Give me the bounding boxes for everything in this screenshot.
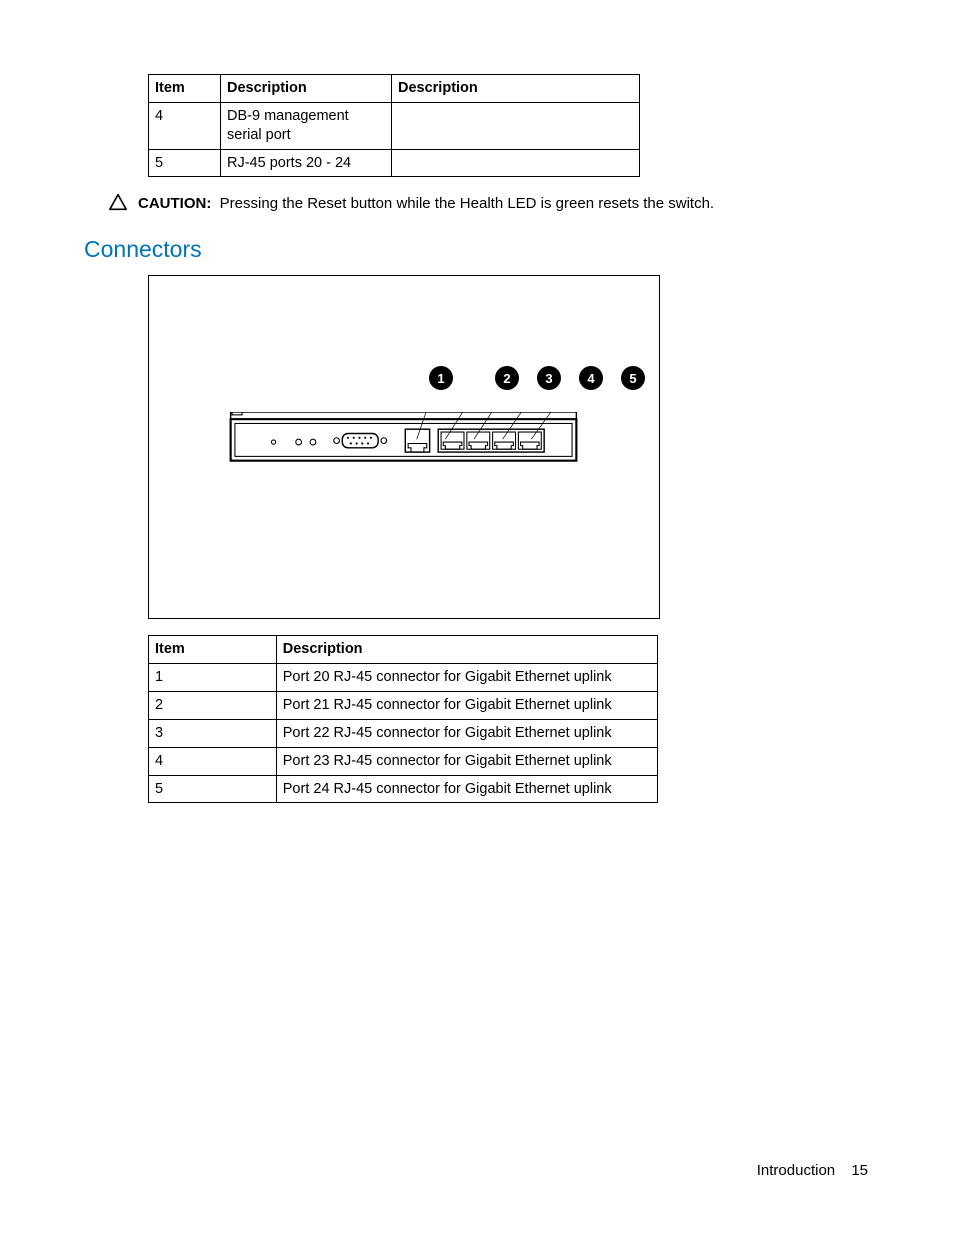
caution-label: CAUTION: [138,195,211,212]
table-row: 4 Port 23 RJ-45 connector for Gigabit Et… [149,747,658,775]
col-item: Item [149,75,221,103]
bottom-table: Item Description 1 Port 20 RJ-45 connect… [148,635,658,803]
cell-item: 2 [149,692,277,720]
table-row: 5 RJ-45 ports 20 - 24 [149,149,640,177]
cell-desc1: RJ-45 ports 20 - 24 [221,149,392,177]
col-item: Item [149,636,277,664]
cell-item: 5 [149,775,277,803]
caution-text: CAUTION: Pressing the Reset button while… [138,193,714,214]
callout-badge: 4 [579,366,603,390]
top-table: Item Description Description 4 DB-9 mana… [148,74,640,177]
caution-body: Pressing the Reset button while the Heal… [220,195,714,212]
callout-badge: 5 [621,366,645,390]
table-row: 1 Port 20 RJ-45 connector for Gigabit Et… [149,664,658,692]
table-row: 2 Port 21 RJ-45 connector for Gigabit Et… [149,692,658,720]
cell-item: 4 [149,102,221,149]
caution-notice: CAUTION: Pressing the Reset button while… [108,193,804,214]
cell-desc: Port 21 RJ-45 connector for Gigabit Ethe… [276,692,657,720]
col-desc: Description [276,636,657,664]
page: Item Description Description 4 DB-9 mana… [0,0,954,1235]
content-area: Item Description Description 4 DB-9 mana… [148,74,804,803]
table-row: 4 DB-9 management serial port [149,102,640,149]
cell-desc: Port 23 RJ-45 connector for Gigabit Ethe… [276,747,657,775]
col-desc2: Description [392,75,640,103]
table-header-row: Item Description Description [149,75,640,103]
cell-desc: Port 20 RJ-45 connector for Gigabit Ethe… [276,664,657,692]
cell-item: 1 [149,664,277,692]
callout-badge: 3 [537,366,561,390]
footer-page-number: 15 [851,1162,868,1179]
cell-desc2 [392,149,640,177]
connectors-figure: 1 2 3 4 5 [148,275,660,619]
table-row: 5 Port 24 RJ-45 connector for Gigabit Et… [149,775,658,803]
callout-badge: 1 [429,366,453,390]
device-diagram [162,412,645,480]
footer-section: Introduction [757,1162,835,1179]
cell-desc: Port 24 RJ-45 connector for Gigabit Ethe… [276,775,657,803]
callout-badge: 2 [495,366,519,390]
cell-item: 5 [149,149,221,177]
page-footer: Introduction 15 [757,1162,868,1179]
cell-desc: Port 22 RJ-45 connector for Gigabit Ethe… [276,719,657,747]
caution-icon [108,193,128,211]
cell-item: 3 [149,719,277,747]
table-header-row: Item Description [149,636,658,664]
cell-desc1: DB-9 management serial port [221,102,392,149]
cell-desc2 [392,102,640,149]
table-row: 3 Port 22 RJ-45 connector for Gigabit Et… [149,719,658,747]
cell-item: 4 [149,747,277,775]
section-heading-connectors: Connectors [84,236,804,263]
col-desc1: Description [221,75,392,103]
callout-labels: 1 2 3 4 5 [429,366,645,390]
